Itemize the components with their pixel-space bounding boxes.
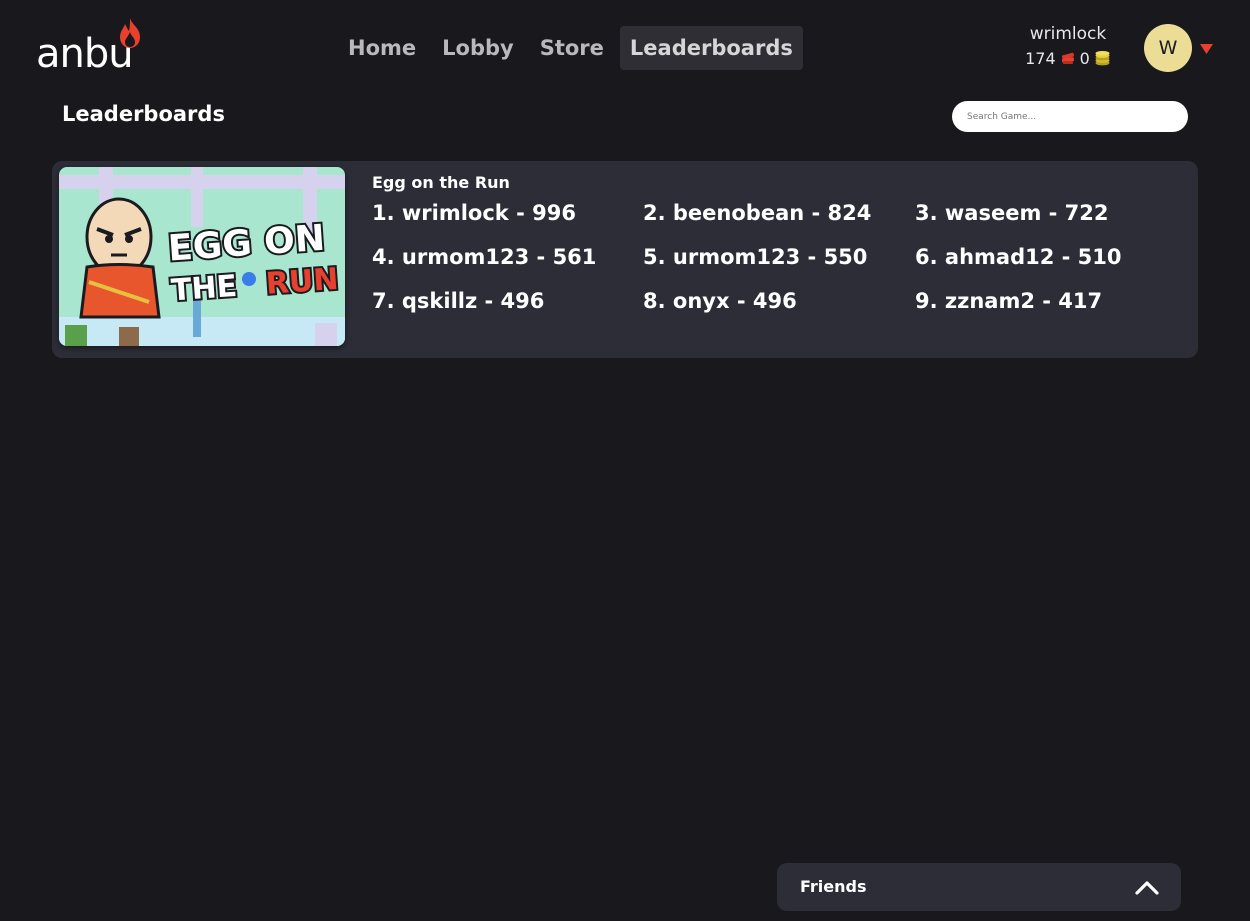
flame-icon — [120, 18, 140, 48]
score-entry: 3. waseem - 722 — [915, 201, 1109, 225]
page-title: Leaderboards — [62, 102, 225, 126]
username: wrimlock — [1029, 24, 1107, 44]
score-entry: 4. urmom123 - 561 — [372, 245, 597, 269]
friends-panel[interactable]: Friends — [777, 863, 1181, 911]
game-thumbnail[interactable]: EGG ON THE RUN — [59, 167, 345, 346]
app-root: anbu Home Lobby Store Leaderboards wriml… — [0, 0, 1250, 921]
main-nav: Home Lobby Store Leaderboards — [338, 26, 803, 70]
friends-label: Friends — [800, 877, 867, 896]
coin-count: 0 — [1079, 48, 1090, 68]
nav-lobby[interactable]: Lobby — [432, 26, 524, 70]
nav-home[interactable]: Home — [338, 26, 426, 70]
score-entry: 6. ahmad12 - 510 — [915, 245, 1122, 269]
nav-leaderboards[interactable]: Leaderboards — [619, 26, 803, 70]
score-entry: 9. zznam2 - 417 — [915, 289, 1103, 313]
currency-row: 174 0 — [1012, 48, 1124, 68]
user-info: wrimlock 174 0 — [1012, 22, 1124, 68]
score-list: 1. wrimlock - 996 2. beenobean - 824 3. … — [372, 197, 1187, 317]
thumbnail-title-line3: RUN — [265, 262, 340, 302]
score-entry: 7. qskillz - 496 — [372, 289, 545, 313]
thumbnail-title-line2: THE — [170, 269, 238, 309]
game-title: Egg on the Run — [372, 173, 510, 192]
score-entry: 5. urmom123 - 550 — [643, 245, 868, 269]
caret-down-icon[interactable] — [1200, 44, 1213, 54]
chevron-up-icon[interactable] — [1135, 879, 1159, 895]
game-thumbnail-art: EGG ON THE RUN — [59, 167, 345, 346]
search-input[interactable] — [952, 101, 1188, 132]
avatar[interactable]: W — [1144, 24, 1192, 72]
leaderboard-card: EGG ON THE RUN Egg on the Run 1. wrimloc… — [52, 161, 1198, 358]
coin-stack-icon — [1095, 51, 1110, 66]
score-entry: 2. beenobean - 824 — [643, 201, 872, 225]
nav-store[interactable]: Store — [530, 26, 614, 70]
score-entry: 8. onyx - 496 — [643, 289, 797, 313]
ticket-icon — [1061, 52, 1074, 64]
score-entry: 1. wrimlock - 996 — [372, 201, 576, 225]
ticket-count: 174 — [1025, 48, 1056, 68]
logo[interactable]: anbu — [36, 16, 156, 76]
